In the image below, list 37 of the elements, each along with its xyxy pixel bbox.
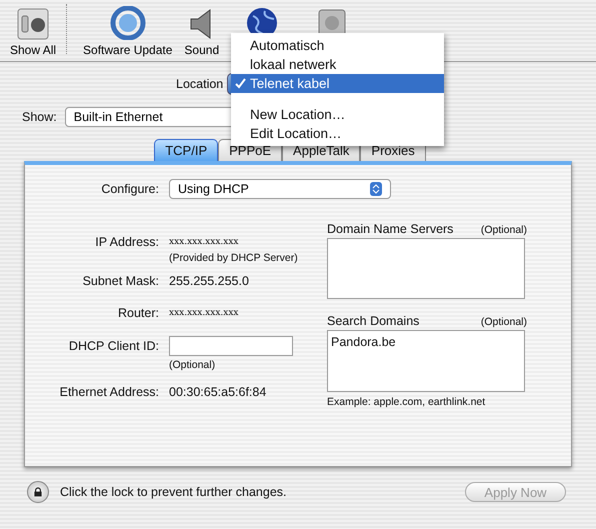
optional-note: (Optional) (480, 224, 527, 236)
lock-button[interactable] (27, 481, 49, 503)
show-label: Show: (22, 110, 57, 124)
field-label: IP Address: (94, 235, 159, 249)
checkmark-icon (235, 78, 246, 89)
field-value: 00:30:65:a5:6f:84 (169, 385, 268, 399)
masked-value: xxx.xxx.xxx.xxx (169, 308, 240, 318)
search-domains-field[interactable]: Pandora.be (327, 330, 525, 392)
field-label: Ethernet Address: (58, 385, 159, 399)
sync-globe-icon (110, 6, 146, 40)
field-value: 255.255.255.0 (169, 274, 250, 288)
menu-item[interactable]: lokaal netwerk (231, 55, 444, 74)
dns-label: Domain Name Servers (327, 222, 454, 236)
search-domains-label: Search Domains (327, 314, 420, 328)
field-label: Router: (117, 306, 159, 320)
menu-item[interactable]: Automatisch (231, 36, 444, 55)
optional-note: (Optional) (480, 316, 527, 328)
field-label: Configure: (100, 182, 159, 196)
switch-panel-icon (17, 8, 50, 40)
toolbar-item[interactable]: Software Update (77, 6, 178, 57)
toolbar-item[interactable]: Sound (178, 8, 226, 57)
field-note: (Optional) (169, 359, 216, 371)
configure-popup[interactable]: Using DHCP (169, 179, 391, 199)
dns-field[interactable] (327, 238, 525, 299)
toolbar-item[interactable]: Show All (4, 8, 62, 57)
lock-icon (34, 486, 42, 498)
masked-value: xxx.xxx.xxx.xxx (169, 237, 240, 247)
location-label: Location (176, 77, 224, 91)
example-text: Example: apple.com, earthlink.net (327, 396, 486, 408)
tab[interactable]: TCP/IP (154, 139, 218, 161)
field-note: (Provided by DHCP Server) (169, 252, 299, 264)
stepper-arrows-icon (370, 182, 382, 196)
lock-hint: Click the lock to prevent further changes. (60, 485, 287, 499)
field-label: DHCP Client ID: (68, 339, 159, 353)
field-label: Subnet Mask: (82, 274, 159, 288)
client-id-field[interactable] (169, 336, 293, 356)
menu-item[interactable]: Telenet kabel (231, 74, 444, 93)
